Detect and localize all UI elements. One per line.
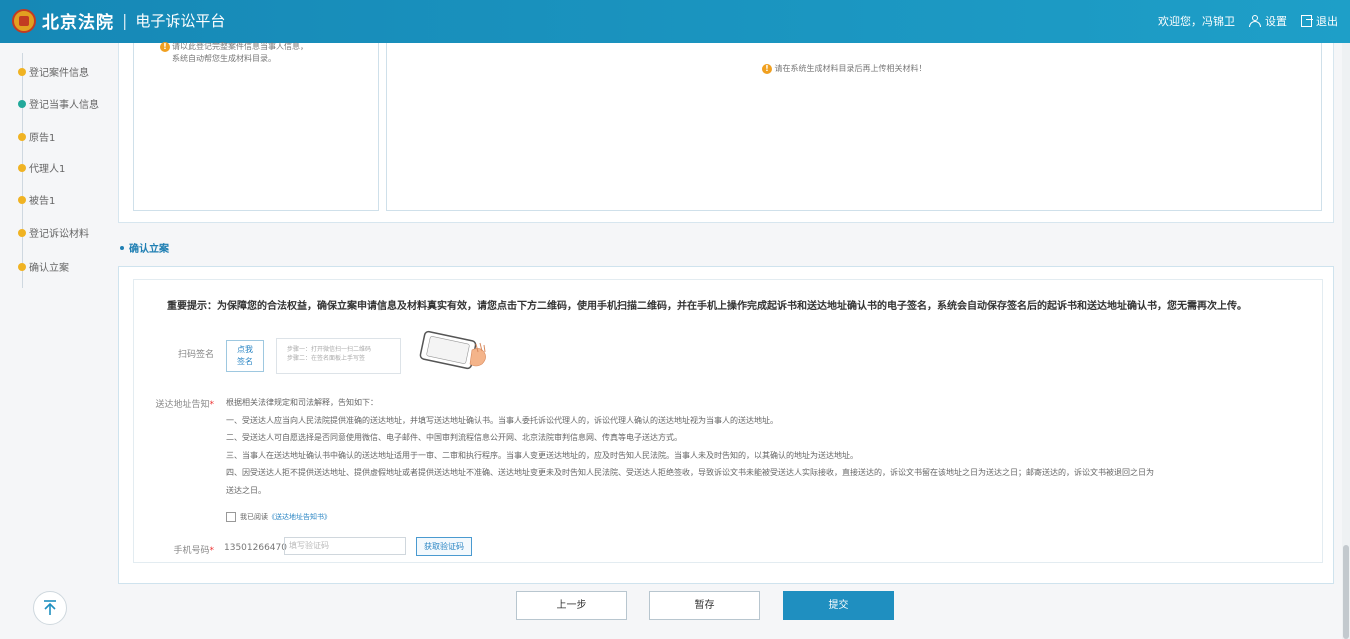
law-line: 根据相关法律规定和司法解释，告知如下：: [226, 398, 378, 407]
step-dot-icon: [18, 99, 26, 108]
law-line: 二、受送达人可自愿选择是否同意使用微信、电子邮件、中国审判流程信息公开网、北京法…: [226, 433, 682, 442]
phone-label: 手机号码*: [134, 543, 214, 556]
law-line: 三、当事人在送达地址确认书中确认的送达地址适用于一审、二审和执行程序。当事人变更…: [226, 450, 858, 460]
step-dot-icon: [18, 163, 26, 172]
previous-step-button[interactable]: 上一步: [516, 591, 627, 620]
step-label: 代理人1: [29, 164, 66, 175]
materials-upload-box: ! 请在系统生成材料目录后再上传相关材料！: [386, 43, 1322, 211]
step-label: 被告1: [29, 196, 56, 207]
upload-tip: ! 请在系统生成材料目录后再上传相关材料！: [762, 63, 927, 74]
important-notice: 重要提示：为保障您的合法权益，确保立案申请信息及材料真实有效，请您点击下方二维码…: [167, 297, 1247, 312]
settings-link[interactable]: 设置: [1249, 13, 1287, 29]
step-party-info[interactable]: 登记当事人信息: [18, 96, 99, 111]
scrollbar-thumb[interactable]: [1343, 545, 1349, 639]
agree-checkbox-row[interactable]: 我已阅读 《送达地址告知书》: [226, 512, 331, 522]
settings-label: 设置: [1265, 15, 1287, 28]
step-label: 原告1: [29, 133, 56, 144]
step-dot-icon: [18, 195, 26, 204]
submit-button[interactable]: 提交: [783, 591, 894, 620]
qr-instructions: 步骤一：打开微信扫一扫二维码 步骤二：在签名面板上手写签: [276, 338, 401, 374]
step-confirm[interactable]: 确认立案: [18, 259, 69, 274]
phone-label-text: 手机号码: [173, 546, 210, 556]
qr-step1: 步骤一：打开微信扫一扫二维码: [287, 346, 372, 353]
required-mark: *: [209, 400, 215, 410]
section-title-text: 确认立案: [129, 244, 169, 255]
arrow-up-icon: [44, 600, 56, 615]
qr-button-line2: 签名: [237, 357, 253, 366]
materials-panel: ! 请以此登记完整案件信息当事人信息， 系统自动帮您生成材料目录。 ! 请在系统…: [118, 41, 1334, 223]
scan-sign-label: 扫码签名: [177, 350, 214, 360]
step-dot-icon: [18, 228, 26, 237]
address-notice-link[interactable]: 《送达地址告知书》: [268, 512, 331, 522]
upload-tip-text: 请在系统生成材料目录后再上传相关材料！: [774, 64, 927, 73]
step-label: 登记当事人信息: [29, 100, 99, 111]
logout-icon: [1301, 15, 1313, 27]
law-line: 送达之日。: [226, 485, 266, 495]
step-label: 确认立案: [29, 263, 69, 274]
agree-text: 我已阅读: [240, 513, 268, 521]
step-materials[interactable]: 登记诉讼材料: [18, 225, 89, 240]
step-dot-icon: [18, 262, 26, 271]
save-draft-button[interactable]: 暂存: [649, 591, 760, 620]
user-settings-icon: [1249, 15, 1261, 27]
warning-icon: !: [762, 63, 772, 74]
catalog-tip: ! 请以此登记完整案件信息当事人信息， 系统自动帮您生成材料目录。: [160, 41, 372, 65]
qr-button-line1: 点我: [237, 345, 253, 354]
notice-text: 为保障您的合法权益，确保立案申请信息及材料真实有效，请您点击下方二维码，使用手机…: [217, 301, 1247, 312]
law-line: 一、受送达人应当向人民法院提供准确的送达地址，并填写送达地址确认书。当事人委托诉…: [226, 415, 778, 425]
section-title: 确认立案: [120, 240, 169, 255]
law-line: 四、因受送达人拒不提供送达地址、提供虚假地址或者提供送达地址不准确、送达地址变更…: [226, 468, 1154, 477]
step-dot-icon: [18, 132, 26, 141]
agree-checkbox[interactable]: [226, 512, 236, 522]
top-header: 北京法院 | 电子诉讼平台 欢迎您，冯锦卫 设置 退出: [0, 0, 1350, 43]
verification-code-input[interactable]: 填写验证码: [284, 537, 406, 555]
step-plaintiff[interactable]: 原告1: [18, 129, 55, 144]
confirm-panel: 重要提示：为保障您的合法权益，确保立案申请信息及材料真实有效，请您点击下方二维码…: [118, 266, 1334, 584]
back-to-top-button[interactable]: [33, 591, 67, 625]
address-notice-label-text: 送达地址告知: [155, 400, 210, 410]
catalog-tip-line2: 系统自动帮您生成材料目录。: [172, 54, 276, 63]
step-label: 登记诉讼材料: [29, 229, 89, 240]
court-emblem-icon: [12, 8, 36, 33]
confirm-inner: 重要提示：为保障您的合法权益，确保立案申请信息及材料真实有效，请您点击下方二维码…: [133, 279, 1323, 563]
qr-step2: 步骤二：在签名面板上手写签: [287, 355, 366, 362]
platform-name: 电子诉讼平台: [135, 12, 226, 30]
step-defendant[interactable]: 被告1: [18, 192, 55, 207]
title-separator: |: [122, 11, 128, 30]
catalog-tip-line1: 请以此登记完整案件信息当事人信息，: [172, 42, 308, 51]
phone-number-value: 13501266470: [224, 543, 287, 553]
step-case-info[interactable]: 登记案件信息: [18, 64, 89, 79]
section-bullet-icon: [120, 245, 124, 250]
required-mark: *: [209, 546, 215, 556]
step-agent[interactable]: 代理人1: [18, 160, 65, 175]
step-label: 登记案件信息: [29, 68, 89, 79]
address-notice-label: 送达地址告知*: [134, 397, 214, 410]
law-notice-text: 根据相关法律规定和司法解释，告知如下： 一、受送达人应当向人民法院提供准确的送达…: [226, 394, 1306, 499]
logout-link[interactable]: 退出: [1301, 13, 1338, 29]
get-code-button[interactable]: 获取验证码: [416, 537, 472, 556]
welcome-text: 欢迎您，冯锦卫: [1158, 15, 1235, 28]
qr-sign-button[interactable]: 点我 签名: [226, 340, 264, 372]
materials-catalog-box: ! 请以此登记完整案件信息当事人信息， 系统自动帮您生成材料目录。: [133, 41, 379, 211]
phone-scan-illustration-icon: [419, 330, 486, 370]
logout-label: 退出: [1316, 15, 1338, 28]
brand-name: 北京法院: [42, 13, 114, 33]
logo[interactable]: 北京法院 | 电子诉讼平台: [12, 8, 225, 33]
step-dot-icon: [18, 67, 26, 76]
notice-label: 重要提示：: [167, 301, 217, 312]
header-user-area: 欢迎您，冯锦卫 设置 退出: [1158, 13, 1338, 29]
warning-icon: !: [160, 42, 170, 52]
